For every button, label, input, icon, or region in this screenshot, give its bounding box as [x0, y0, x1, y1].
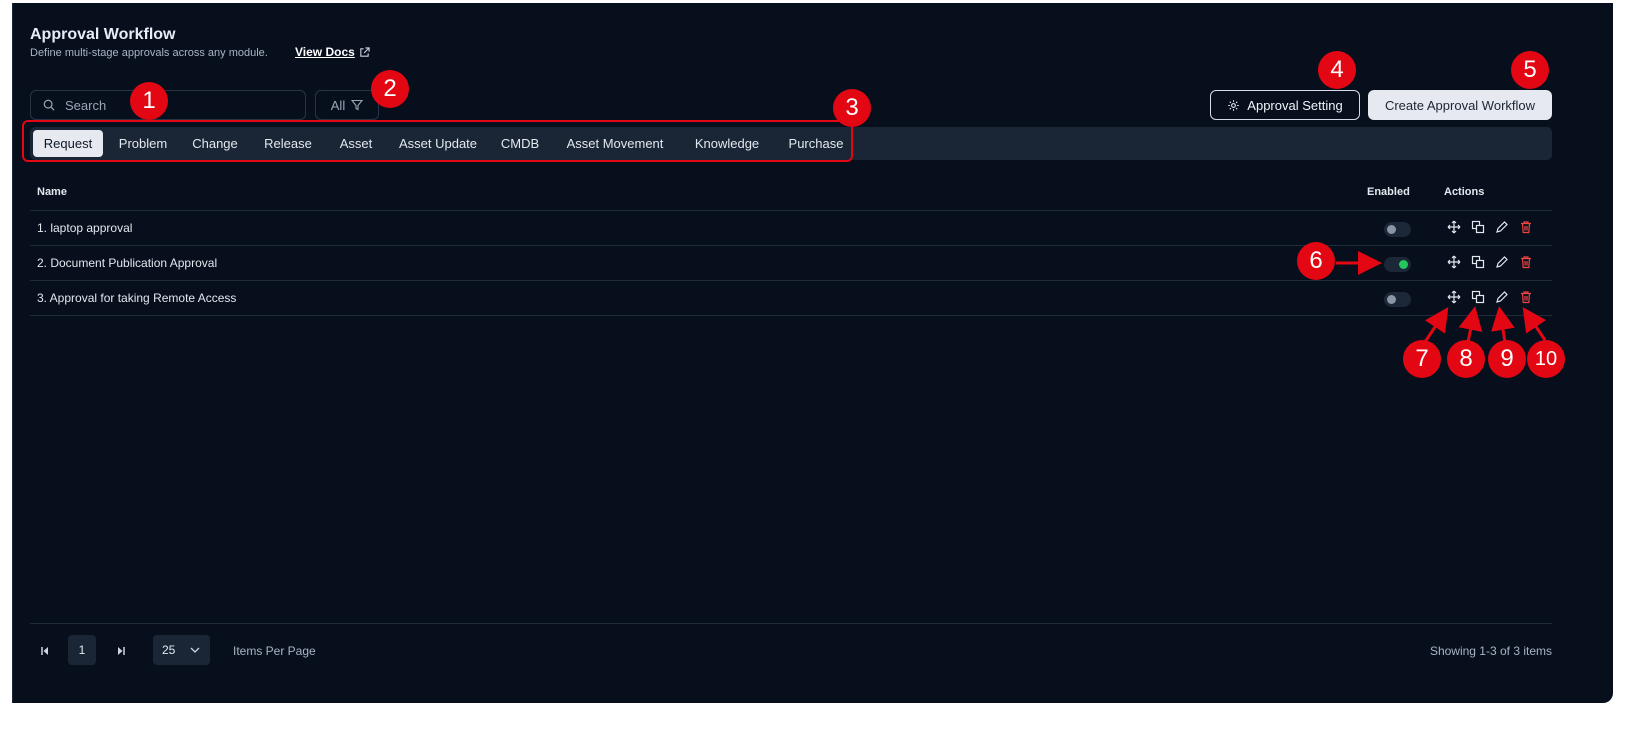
- duplicate-icon[interactable]: [1471, 255, 1485, 269]
- workflow-name: 1. laptop approval: [37, 221, 133, 235]
- column-name: Name: [37, 186, 67, 198]
- first-page-icon[interactable]: [37, 643, 53, 659]
- chevron-down-icon: [190, 647, 200, 653]
- page-number-button[interactable]: 1: [68, 635, 96, 665]
- workflow-name: 2. Document Publication Approval: [37, 256, 218, 270]
- footer-divider: [30, 623, 1552, 624]
- items-per-page-label: Items Per Page: [233, 644, 316, 658]
- approval-workflow-page: Approval Workflow Define multi-stage app…: [12, 3, 1613, 703]
- view-docs-label: View Docs: [295, 45, 355, 59]
- annotation-badge: 6: [1297, 242, 1335, 280]
- duplicate-icon[interactable]: [1471, 290, 1485, 304]
- toggle-knob: [1387, 225, 1396, 234]
- last-page-icon[interactable]: [113, 643, 129, 659]
- annotation-badge: 7: [1403, 340, 1441, 378]
- duplicate-icon[interactable]: [1471, 220, 1485, 234]
- search-input[interactable]: [63, 96, 287, 114]
- filter-button[interactable]: All: [315, 90, 379, 120]
- column-actions: Actions: [1444, 186, 1485, 198]
- filter-label: All: [330, 97, 346, 113]
- annotation-badge: 10: [1527, 340, 1565, 378]
- toggle-knob: [1387, 295, 1396, 304]
- annotation-badge: 3: [833, 89, 871, 127]
- enabled-toggle[interactable]: [1384, 292, 1411, 307]
- toggle-knob: [1399, 260, 1408, 269]
- enabled-toggle[interactable]: [1384, 222, 1411, 237]
- edit-icon[interactable]: [1495, 255, 1509, 269]
- table-header: Name Enabled Actions: [30, 186, 1552, 211]
- column-enabled: Enabled: [1367, 186, 1410, 198]
- annotation-badge: 2: [371, 70, 409, 108]
- annotation-badge: 5: [1511, 51, 1549, 89]
- external-link-icon: [360, 46, 370, 57]
- delete-icon[interactable]: [1519, 220, 1533, 234]
- move-icon[interactable]: [1447, 220, 1461, 234]
- edit-icon[interactable]: [1495, 290, 1509, 304]
- table-row: 1. laptop approval: [30, 210, 1552, 246]
- tabs-highlight-box: [22, 120, 853, 162]
- page-size-value: 25: [162, 643, 176, 657]
- search-box[interactable]: [30, 90, 306, 120]
- gear-icon: [1228, 99, 1240, 111]
- approval-setting-label: Approval Setting: [1247, 97, 1343, 113]
- edit-icon[interactable]: [1495, 220, 1509, 234]
- page-title: Approval Workflow: [30, 26, 176, 43]
- move-icon[interactable]: [1447, 290, 1461, 304]
- annotation-badge: 9: [1488, 340, 1526, 378]
- annotation-badge: 8: [1447, 340, 1485, 378]
- workflow-name: 3. Approval for taking Remote Access: [37, 291, 237, 305]
- filter-icon: [351, 99, 364, 111]
- page-size-select[interactable]: 25: [153, 635, 210, 665]
- view-docs-link[interactable]: View Docs: [295, 45, 370, 59]
- search-icon: [43, 99, 55, 111]
- approval-setting-button[interactable]: Approval Setting: [1210, 90, 1360, 120]
- annotation-badge: 1: [130, 82, 168, 120]
- delete-icon[interactable]: [1519, 290, 1533, 304]
- annotation-badge: 4: [1318, 51, 1356, 89]
- create-approval-workflow-button[interactable]: Create Approval Workflow: [1368, 90, 1552, 120]
- items-count-text: Showing 1-3 of 3 items: [1429, 644, 1552, 658]
- move-icon[interactable]: [1447, 255, 1461, 269]
- page-subtitle: Define multi-stage approvals across any …: [30, 47, 268, 59]
- enabled-toggle[interactable]: [1384, 257, 1411, 272]
- delete-icon[interactable]: [1519, 255, 1533, 269]
- table-row: 3. Approval for taking Remote Access: [30, 280, 1552, 316]
